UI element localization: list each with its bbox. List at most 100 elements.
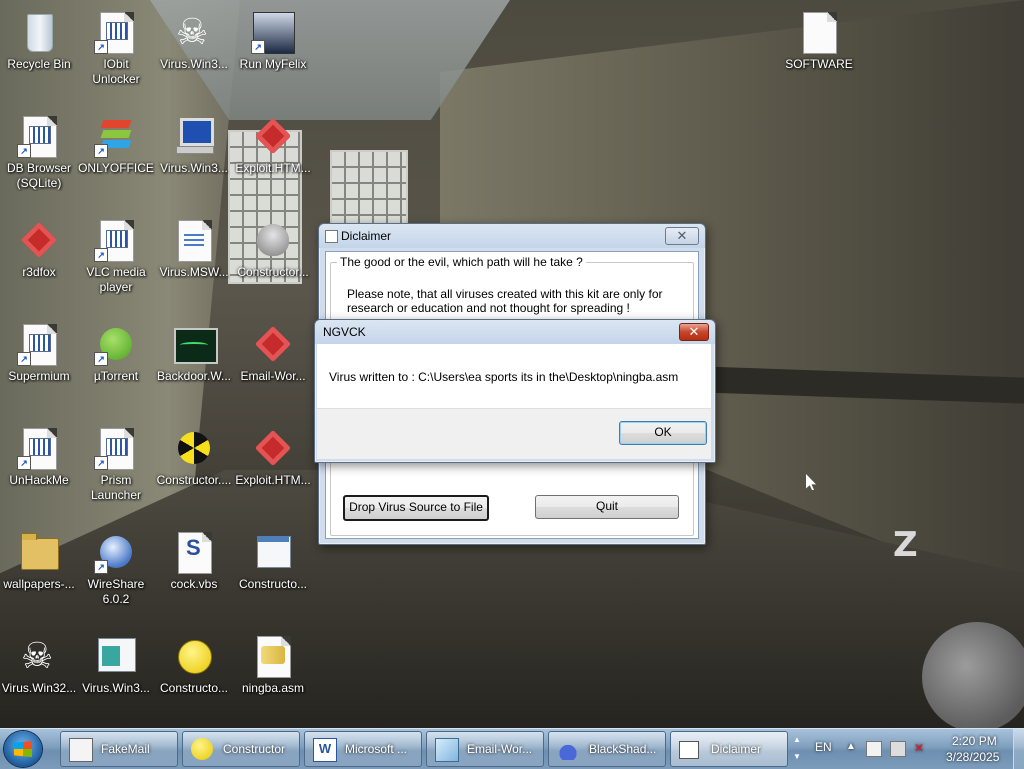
- wireshare-icon: ↗: [94, 530, 138, 574]
- desktop-icon-exploit-htm-b[interactable]: Exploit.HTM...: [234, 426, 312, 488]
- onlyoffice-icon: ↗: [94, 114, 138, 158]
- desktop-icon-virus-win3-computer[interactable]: Virus.Win3...: [155, 114, 233, 176]
- oscilloscope-icon: [172, 322, 218, 366]
- r3dfox-icon: [17, 218, 61, 262]
- utorrent-icon: ↗: [94, 322, 138, 366]
- desktop-icon-supermium[interactable]: ↗ Supermium: [0, 322, 78, 384]
- red-cube-icon: [251, 426, 295, 470]
- unhackme-icon: ↗: [17, 426, 61, 470]
- computer-icon: [172, 114, 216, 158]
- recycle-bin-icon: [17, 10, 61, 54]
- start-button[interactable]: [4, 731, 42, 767]
- taskbar-button-email-wor[interactable]: Email-Wor...: [426, 731, 544, 767]
- desktop-icon-virus-win3-skull[interactable]: ☠ Virus.Win3...: [155, 10, 233, 72]
- path-question-legend: The good or the evil, which path will he…: [337, 255, 586, 269]
- volume-muted-icon[interactable]: ✕: [914, 741, 924, 755]
- taskbar-scroll-arrows[interactable]: ▲ ▼: [790, 731, 804, 765]
- desktop-icon-exploit-htm-a[interactable]: Exploit.HTM...: [234, 114, 312, 176]
- flask-icon: [557, 738, 579, 760]
- script-icon: S: [172, 530, 216, 574]
- desktop-icon-wireshare[interactable]: ↗ WireShare 6.0.2: [77, 530, 155, 607]
- ngvck-titlebar[interactable]: NGVCK ✕: [315, 320, 715, 344]
- alien-icon: [251, 218, 295, 262]
- show-desktop-button[interactable]: [1013, 729, 1024, 769]
- desktop-icon-virus-msw[interactable]: Virus.MSW...: [155, 218, 233, 280]
- taskbar-button-blackshad[interactable]: BlackShad...: [548, 731, 666, 767]
- action-center-flag-icon[interactable]: [866, 741, 882, 757]
- iobit-unlocker-icon: ↗: [94, 10, 138, 54]
- desktop-icon-r3dfox[interactable]: r3dfox: [0, 218, 78, 280]
- virus-written-message: Virus written to : C:\Users\ea sports it…: [329, 370, 679, 384]
- smiley-icon: [172, 634, 216, 678]
- taskbar-button-diclaimer[interactable]: Diclaimer: [670, 731, 788, 767]
- desktop-icon-unhackme[interactable]: ↗ UnHackMe: [0, 426, 78, 488]
- notepad-icon: [435, 738, 459, 762]
- desktop-icon-recycle-bin[interactable]: Recycle Bin: [0, 10, 78, 72]
- word-document-icon: W: [313, 738, 337, 762]
- desktop-icon-utorrent[interactable]: ↗ µTorrent: [77, 322, 155, 384]
- button-strip: OK: [317, 408, 711, 459]
- desktop-icon-email-wor[interactable]: Email-Wor...: [234, 322, 312, 384]
- vlc-icon: ↗: [94, 218, 138, 262]
- taskbar: FakeMail Constructor W Microsoft ... Ema…: [0, 728, 1024, 769]
- show-hidden-icons-chevron-icon[interactable]: ▲: [846, 741, 856, 752]
- close-icon[interactable]: ✕: [679, 323, 709, 341]
- ok-button[interactable]: OK: [619, 421, 707, 445]
- desktop-icon-cock-vbs[interactable]: S cock.vbs: [155, 530, 233, 592]
- red-cube-icon: [251, 322, 295, 366]
- close-icon[interactable]: ✕: [665, 227, 699, 245]
- text-document-icon: [172, 218, 216, 262]
- desktop-icon-iobit-unlocker[interactable]: ↗ IObit Unlocker: [77, 10, 155, 87]
- desktop-icon-constructor-radiation[interactable]: Constructor....: [155, 426, 233, 488]
- desktop-icon-vlc[interactable]: ↗ VLC media player: [77, 218, 155, 295]
- taskbar-button-microsoft[interactable]: W Microsoft ...: [304, 731, 422, 767]
- ngvck-message-dialog[interactable]: NGVCK ✕ Virus written to : C:\Users\ea s…: [314, 319, 716, 463]
- desktop-icon-virus-win32[interactable]: ☠ Virus.Win32...: [0, 634, 78, 696]
- desktop-icon-constructor-smiley[interactable]: Constructo...: [155, 634, 233, 696]
- network-icon[interactable]: [890, 741, 906, 757]
- desktop-icon-backdoor[interactable]: Backdoor.W...: [155, 322, 233, 384]
- ngvck-client-area: Virus written to : C:\Users\ea sports it…: [317, 344, 711, 459]
- fakemail-icon: [69, 738, 93, 762]
- app-small-icon: [325, 230, 338, 243]
- desktop-icon-constructo-window[interactable]: Constructo...: [234, 530, 312, 592]
- desktop-icon-prism-launcher[interactable]: ↗ Prism Launcher: [77, 426, 155, 503]
- run-myfelix-icon: ↗: [251, 10, 295, 54]
- red-cube-icon: [251, 114, 295, 158]
- skull-icon: ☠: [21, 635, 54, 676]
- desktop-icon-run-myfelix[interactable]: ↗ Run MyFelix: [234, 10, 312, 72]
- research-notice-text: Please note, that all viruses created wi…: [347, 287, 663, 315]
- window-icon: [679, 741, 699, 759]
- z-letter: Z: [893, 525, 918, 565]
- desktop-icon-ningba-asm[interactable]: ningba.asm: [234, 634, 312, 696]
- folder-icon: [17, 530, 61, 574]
- paw-print-decoration: [922, 622, 1024, 728]
- taskbar-button-constructor[interactable]: Constructor: [182, 731, 300, 767]
- drop-virus-source-button[interactable]: Drop Virus Source to File: [343, 495, 489, 521]
- blank-file-icon: [797, 10, 841, 54]
- asm-file-icon: [251, 634, 295, 678]
- skull-icon: ☠: [176, 11, 209, 52]
- radiation-icon: [172, 426, 216, 470]
- db-browser-icon: ↗: [17, 114, 61, 158]
- smiley-icon: [191, 738, 213, 760]
- desktop-icon-constructor-alien[interactable]: Constructor...: [234, 218, 312, 280]
- window-app-icon: [251, 530, 295, 574]
- language-indicator[interactable]: EN: [815, 740, 832, 754]
- clock-date[interactable]: 3/28/2025: [946, 750, 999, 764]
- window-app-icon: [94, 634, 138, 678]
- desktop-icon-db-browser[interactable]: ↗ DB Browser (SQLite): [0, 114, 78, 191]
- desktop-icon-wallpapers-folder[interactable]: wallpapers-...: [0, 530, 78, 592]
- prism-launcher-icon: ↗: [94, 426, 138, 470]
- taskbar-button-fakemail[interactable]: FakeMail: [60, 731, 178, 767]
- system-tray: EN ▲ ✕ 2:20 PM 3/28/2025: [808, 729, 1024, 769]
- ngvck-title: NGVCK: [323, 325, 366, 339]
- desktop-icon-virus-win3-b[interactable]: Virus.Win3...: [77, 634, 155, 696]
- supermium-icon: ↗: [17, 322, 61, 366]
- desktop-icon-onlyoffice[interactable]: ↗ ONLYOFFICE: [77, 114, 155, 176]
- quit-button[interactable]: Quit: [535, 495, 679, 519]
- clock-time[interactable]: 2:20 PM: [952, 734, 997, 748]
- desktop-icon-software[interactable]: SOFTWARE: [780, 10, 858, 72]
- windows-logo-icon: [14, 741, 32, 757]
- disclaimer-titlebar[interactable]: Diclaimer ✕: [319, 224, 705, 248]
